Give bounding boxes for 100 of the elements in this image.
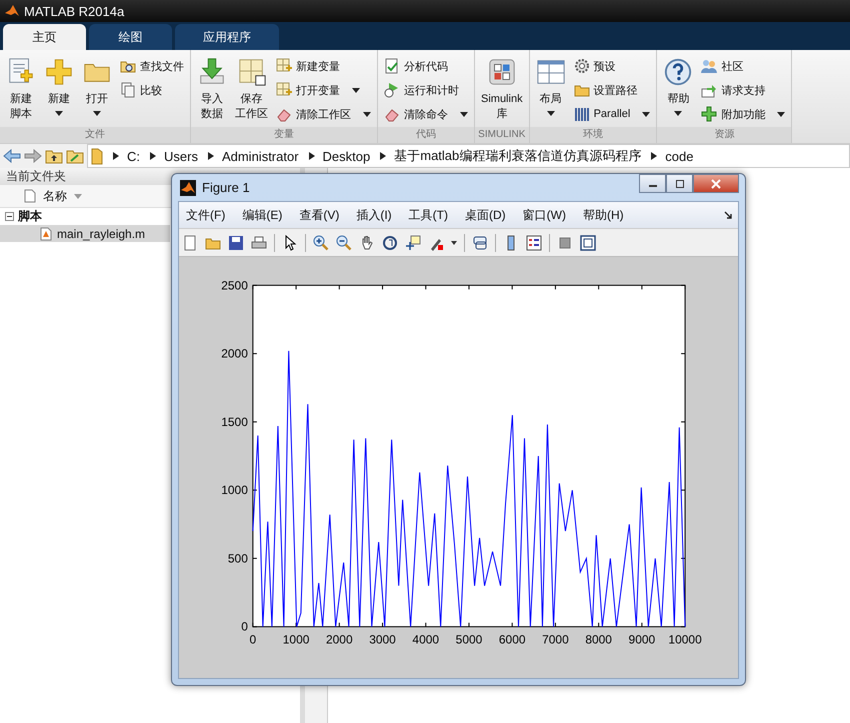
menu-item[interactable]: 编辑(E): [242, 206, 282, 224]
new-file-icon[interactable]: [182, 234, 198, 250]
menu-item[interactable]: 窗口(W): [522, 206, 566, 224]
variable-grid-icon: [276, 58, 292, 74]
group-label: 变量: [191, 127, 377, 143]
ribbon-button[interactable]: 布局: [534, 54, 568, 127]
maximize-icon: [674, 178, 684, 188]
minimize-button[interactable]: [639, 174, 666, 193]
ribbon-button[interactable]: 设置路径: [572, 80, 652, 100]
ribbon-button[interactable]: 新建 脚本: [4, 54, 38, 127]
matlab-logo-icon: [4, 3, 20, 19]
breadcrumb[interactable]: Desktop: [322, 148, 370, 164]
collapse-toggle-icon[interactable]: [5, 212, 14, 221]
ribbon-button[interactable]: 查找文件: [118, 56, 186, 76]
y-tick-label: 2000: [221, 346, 248, 361]
zoom-out-icon[interactable]: [336, 234, 352, 250]
ribbon-button[interactable]: 运行和计时: [382, 80, 470, 100]
ribbon-tab[interactable]: 主页: [3, 24, 86, 50]
data-cursor-icon[interactable]: [405, 234, 421, 250]
menu-item[interactable]: 桌面(D): [464, 206, 506, 224]
caret-icon: [93, 111, 101, 116]
breadcrumb[interactable]: code: [665, 148, 694, 164]
ribbon-button[interactable]: 附加功能: [699, 104, 788, 124]
caret-icon: [642, 112, 650, 116]
up-folder-icon[interactable]: [45, 148, 63, 164]
ribbon-button[interactable]: 打开变量: [274, 80, 373, 100]
ribbon-button[interactable]: 新建: [42, 54, 76, 127]
simulink-icon: [486, 57, 517, 87]
save-icon[interactable]: [228, 234, 244, 250]
ribbon-button[interactable]: 清除工作区: [274, 104, 373, 124]
x-tick-label: 0: [250, 632, 256, 647]
plus-icon: [44, 57, 74, 87]
breadcrumb-arrow-icon: [113, 152, 119, 160]
run-timer-icon: [384, 82, 400, 98]
link-icon[interactable]: [472, 234, 488, 250]
ribbon-button[interactable]: 比较: [118, 80, 186, 100]
breadcrumb-arrow-icon: [651, 152, 658, 160]
ribbon-button[interactable]: 保存 工作区: [233, 54, 270, 127]
help-icon: [663, 57, 694, 87]
ribbon-button[interactable]: 导入 数据: [195, 54, 229, 127]
x-tick-label: 4000: [412, 632, 440, 647]
menu-item[interactable]: 帮助(H): [582, 206, 624, 224]
back-arrow-icon[interactable]: [3, 149, 21, 163]
ribbon-button[interactable]: 社区: [699, 56, 788, 76]
menu-item[interactable]: 工具(T): [408, 206, 448, 224]
panel-icon[interactable]: [580, 234, 596, 250]
print-icon[interactable]: [251, 234, 267, 250]
legend-icon[interactable]: [526, 234, 542, 250]
zoom-in-icon[interactable]: [313, 234, 329, 250]
file-icon: [24, 189, 36, 203]
matlab-logo-icon: [180, 180, 196, 196]
group-label: 资源: [657, 127, 792, 143]
plus-icon: [701, 106, 718, 122]
breadcrumb-arrow-icon: [308, 152, 315, 160]
breadcrumb-arrow-icon: [380, 152, 386, 160]
variable-grid-icon: [276, 82, 292, 98]
breadcrumb[interactable]: C:: [127, 148, 140, 164]
ribbon-button[interactable]: Parallel: [572, 104, 652, 124]
square-icon[interactable]: [557, 234, 573, 250]
breadcrumb[interactable]: Users: [164, 148, 198, 164]
caret-icon: [352, 88, 360, 92]
ribbon-button[interactable]: 新建变量: [274, 56, 373, 76]
close-button[interactable]: [693, 174, 739, 193]
dock-arrow-icon[interactable]: [724, 211, 732, 219]
ribbon-button[interactable]: 分析代码: [382, 56, 470, 76]
caret-icon: [546, 111, 555, 116]
close-icon: [711, 178, 721, 188]
gear-icon: [574, 58, 590, 74]
caret-icon[interactable]: [451, 240, 457, 244]
x-tick-label: 8000: [585, 632, 612, 647]
ribbon-button[interactable]: 请求支持: [699, 80, 788, 100]
folder-icon: [91, 147, 103, 165]
ribbon-button[interactable]: 预设: [572, 56, 652, 76]
ribbon-button[interactable]: 清除命令: [382, 104, 470, 124]
envelope-arrow-icon: [701, 82, 718, 98]
group-label: 文件: [0, 127, 190, 143]
file-item[interactable]: main_rayleigh.m: [0, 225, 170, 242]
y-tick-label: 2500: [221, 278, 248, 292]
people-icon: [701, 58, 718, 74]
path-field[interactable]: C: Users Administrator Desktop 基于matlab编程瑞利衰落信道仿真源码程序 code: [87, 144, 850, 168]
ribbon-button[interactable]: 打开: [80, 54, 114, 127]
x-tick-label: 1000: [282, 632, 310, 647]
rotate-icon[interactable]: [382, 234, 398, 250]
ribbon-tab[interactable]: 应用程序: [175, 24, 279, 50]
breadcrumb[interactable]: 基于matlab编程瑞利衰落信道仿真源码程序: [394, 147, 642, 165]
menu-item[interactable]: 插入(I): [356, 206, 392, 224]
breadcrumb[interactable]: Administrator: [222, 148, 299, 164]
menu-item[interactable]: 文件(F): [186, 206, 226, 224]
ribbon-tab[interactable]: 绘图: [89, 24, 172, 50]
x-tick-label: 10000: [668, 632, 702, 647]
maximize-button[interactable]: [666, 174, 693, 193]
menu-item[interactable]: 查看(V): [299, 206, 340, 224]
ribbon-button[interactable]: Simulink 库: [479, 54, 525, 127]
ribbon-button[interactable]: 帮助: [661, 54, 696, 127]
script-file-icon: [40, 226, 52, 240]
y-tick-label: 1500: [221, 414, 248, 429]
caret-icon: [777, 112, 786, 116]
compare-icon: [120, 82, 136, 98]
x-tick-label: 5000: [456, 632, 482, 647]
tree-group-label[interactable]: 脚本: [18, 208, 42, 225]
